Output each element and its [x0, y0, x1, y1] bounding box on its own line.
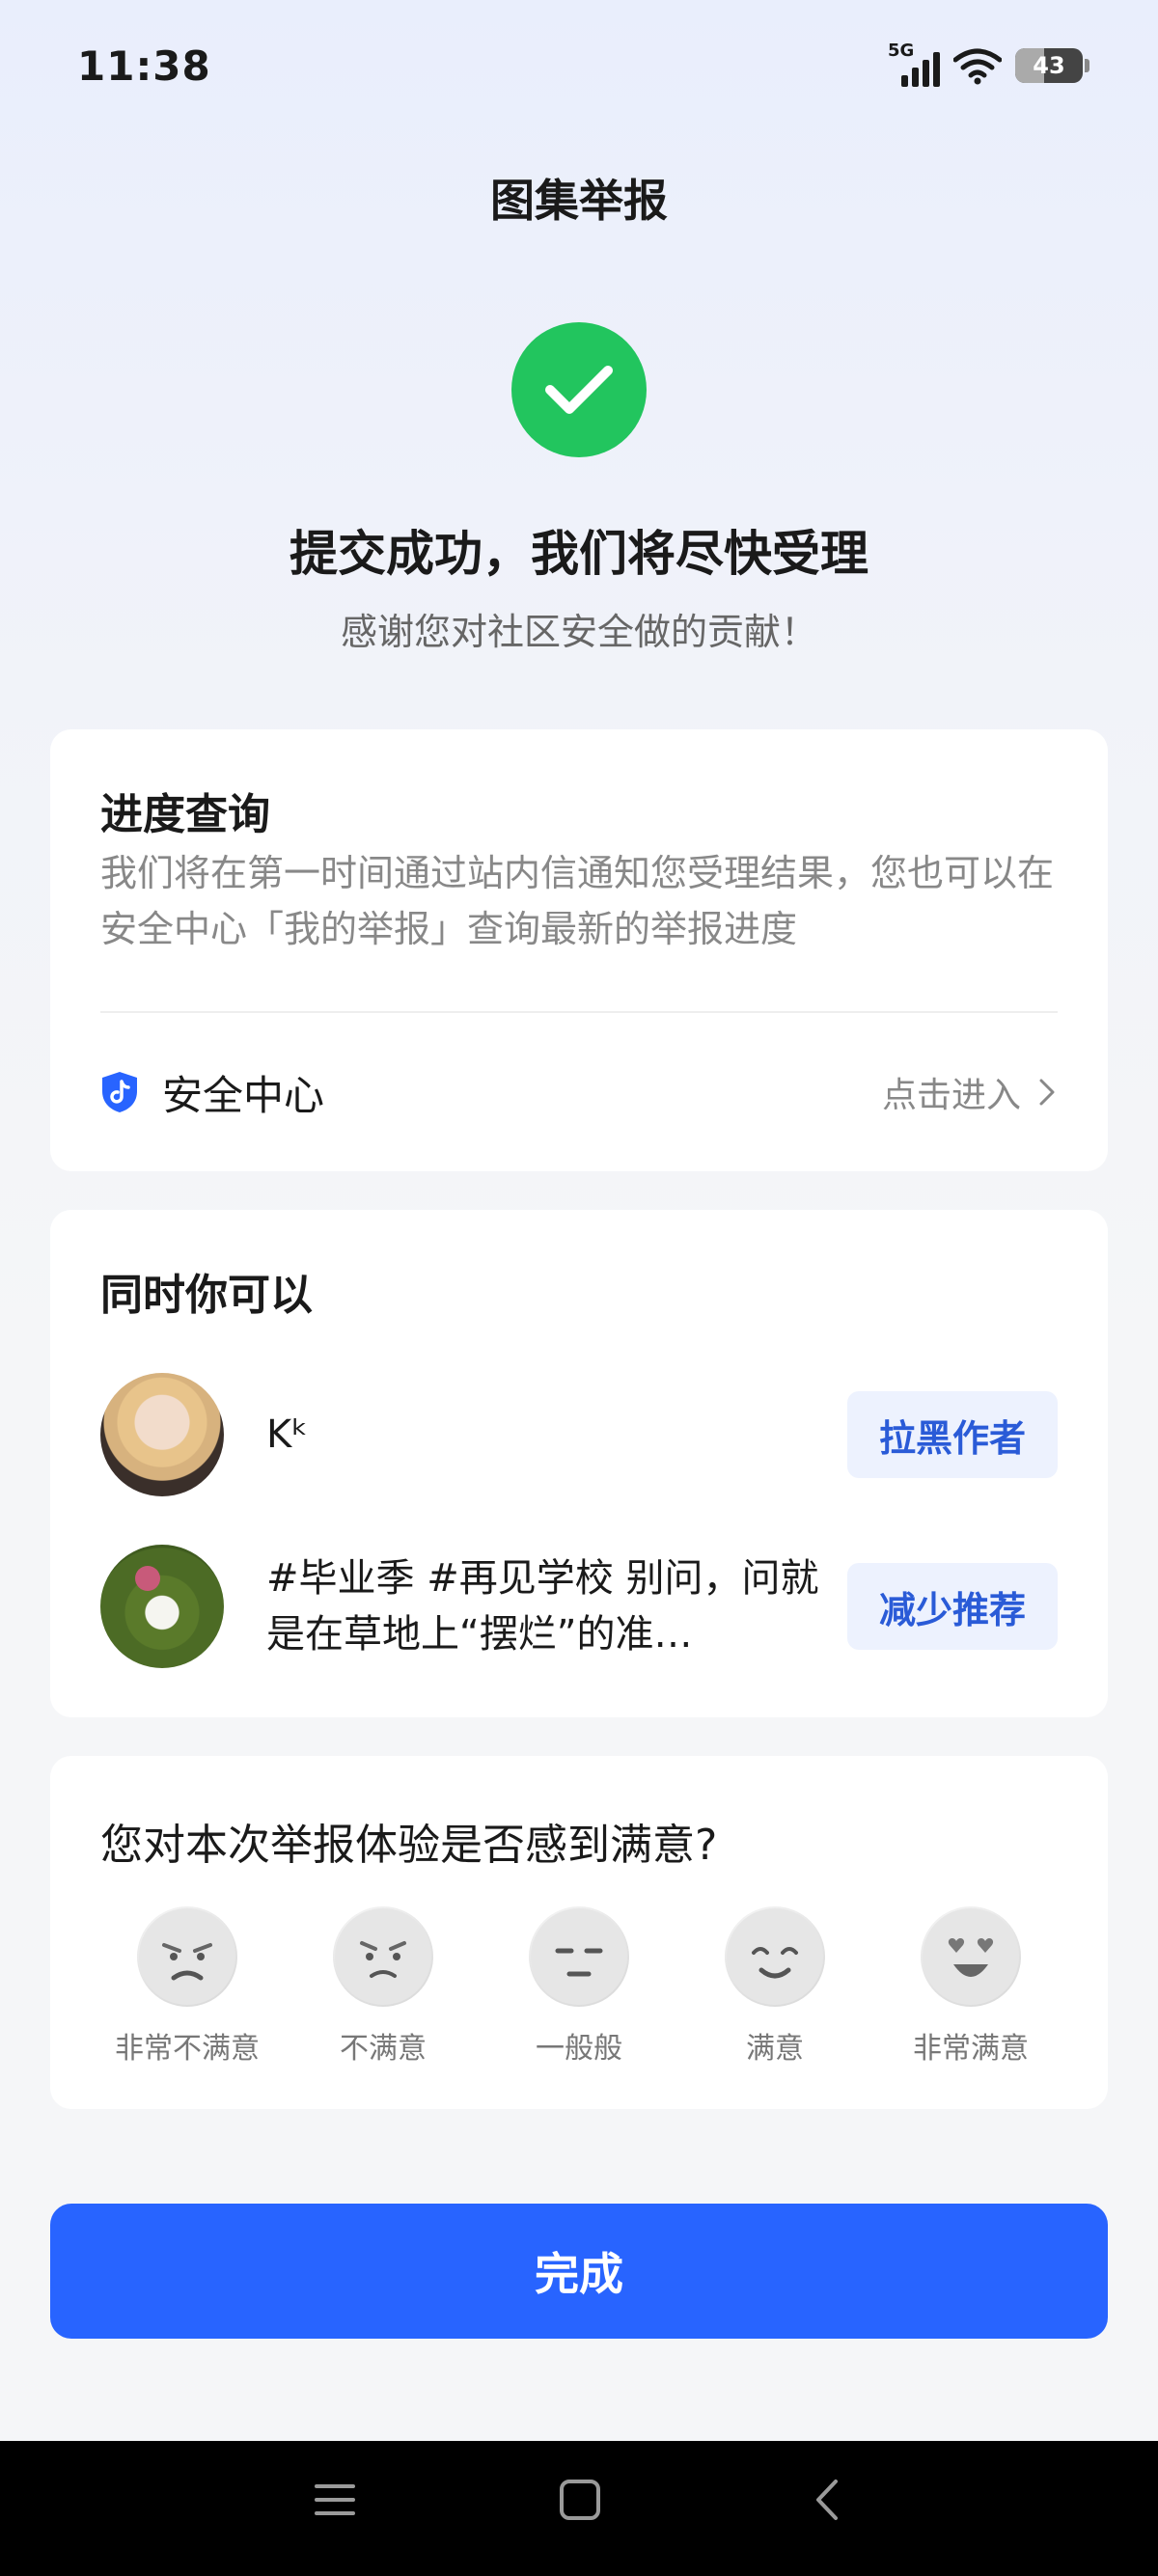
result-headline: 提交成功，我们将尽快受理: [290, 526, 868, 582]
progress-title: 进度查询: [100, 790, 270, 839]
post-caption: #毕业季 #再见学校 别问，问就是在草地上“摆烂”的准…: [266, 1556, 819, 1657]
back-icon[interactable]: [807, 2478, 851, 2522]
very-dissatisfied-face-icon: [137, 1906, 237, 2007]
post-thumbnail[interactable]: [100, 1545, 224, 1668]
author-name: Kᵏ: [266, 1412, 309, 1457]
rating-label: 一般般: [536, 2032, 622, 2066]
satisfaction-options: 非常不满意 不满意 一般般 满意 非常满意: [100, 1906, 1058, 2067]
chevron-right-icon: [1039, 1079, 1055, 1106]
done-button[interactable]: 完成: [50, 2204, 1108, 2339]
enter-link-label: 点击进入: [881, 1076, 1021, 1115]
safety-center-label: 安全中心: [162, 1071, 325, 1119]
safety-center-row[interactable]: 安全中心 点击进入: [100, 1055, 1058, 1129]
status-icons: 5G 43: [888, 41, 1089, 87]
status-time: 11:38: [77, 42, 211, 90]
menu-icon[interactable]: [313, 2478, 357, 2522]
status-bar: 11:38 5G 43: [0, 0, 1158, 135]
result-subline: 感谢您对社区安全做的贡献！: [340, 611, 817, 653]
survey-title: 您对本次举报体验是否感到满意?: [100, 1821, 718, 1870]
rating-very-dissatisfied[interactable]: 非常不满意: [100, 1906, 274, 2067]
page-title: 图集举报: [490, 175, 668, 227]
rating-satisfied[interactable]: 满意: [688, 1906, 862, 2067]
action-item-post: #毕业季 #再见学校 别问，问就是在草地上“摆烂”的准… 减少推荐: [100, 1544, 1058, 1669]
divider: [100, 1011, 1058, 1013]
progress-description: 我们将在第一时间通过站内信通知您受理结果，您也可以在安全中心「我的举报」查询最新…: [100, 852, 1055, 950]
battery-level: 43: [1033, 52, 1065, 79]
rating-label: 非常不满意: [115, 2032, 260, 2066]
author-avatar[interactable]: [100, 1373, 224, 1496]
shield-icon: [102, 1072, 137, 1112]
reduce-recommendation-button[interactable]: 减少推荐: [847, 1563, 1058, 1650]
rating-neutral[interactable]: 一般般: [492, 1906, 666, 2067]
satisfied-face-icon: [725, 1906, 825, 2007]
wifi-icon: [953, 48, 1002, 85]
battery-icon: 43: [1015, 48, 1089, 83]
enter-link[interactable]: 点击进入: [882, 1067, 1058, 1117]
rating-label: 不满意: [340, 2032, 427, 2066]
neutral-face-icon: [529, 1906, 629, 2007]
rating-label: 非常满意: [913, 2032, 1029, 2066]
dissatisfied-face-icon: [333, 1906, 433, 2007]
action-item-author: Kᵏ 拉黑作者: [100, 1372, 1058, 1497]
success-check-icon: [511, 322, 647, 457]
rating-very-satisfied[interactable]: 非常满意: [884, 1906, 1058, 2067]
block-author-button[interactable]: 拉黑作者: [847, 1391, 1058, 1478]
home-icon[interactable]: [558, 2478, 602, 2522]
actions-title: 同时你可以: [100, 1271, 313, 1320]
cellular-signal-icon: 5G: [888, 41, 940, 87]
rating-label: 满意: [746, 2032, 804, 2066]
very-satisfied-face-icon: [921, 1906, 1021, 2007]
rating-dissatisfied[interactable]: 不满意: [296, 1906, 470, 2067]
